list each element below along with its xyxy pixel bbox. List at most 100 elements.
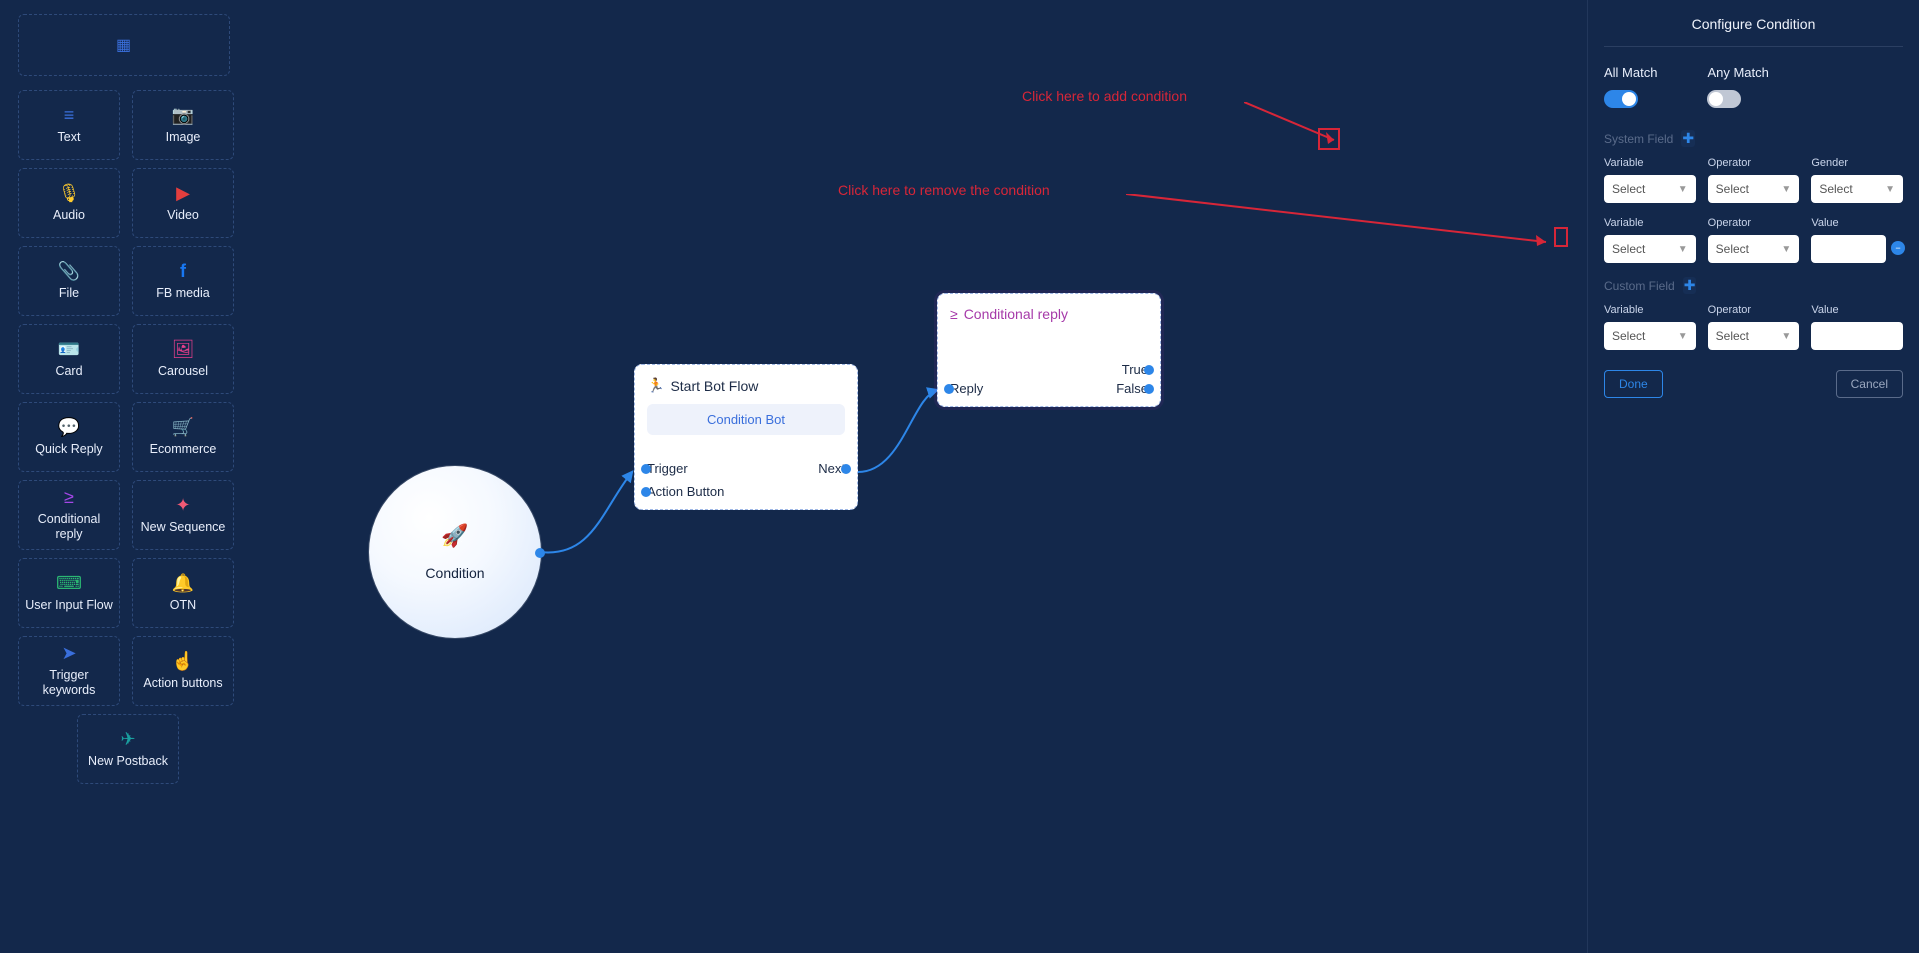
conditional-icon: ≥ — [950, 306, 958, 322]
cart-icon: 🛒 — [172, 418, 194, 436]
any-match-label: Any Match — [1707, 65, 1768, 80]
input-value-1[interactable] — [1811, 235, 1886, 263]
config-panel: Configure Condition All Match Any Match … — [1587, 0, 1919, 953]
port-in-reply[interactable] — [944, 384, 954, 394]
annotation-remove-arrow — [1126, 194, 1556, 249]
conditional-icon: ≥ — [64, 488, 74, 506]
node-conditional-reply[interactable]: ≥ Conditional reply True Reply False — [937, 293, 1161, 407]
tool-carousel[interactable]: 🖼Carousel — [132, 324, 234, 394]
select-operator-1[interactable]: Select▼ — [1708, 175, 1800, 203]
cond-node-title: Conditional reply — [964, 306, 1068, 322]
value-label-1: Value — [1811, 217, 1903, 229]
input-value-2[interactable] — [1811, 322, 1903, 350]
add-custom-field-button[interactable]: ✚ — [1683, 277, 1697, 294]
tool-file[interactable]: 📎File — [18, 246, 120, 316]
annotation-add-box — [1318, 128, 1340, 150]
chip-condition-bot: Condition Bot — [647, 404, 845, 435]
carousel-icon: 🖼 — [172, 340, 195, 358]
node-start-bot-flow[interactable]: 🏃 Start Bot Flow Condition Bot Trigger N… — [634, 364, 858, 510]
tool-actionbuttons[interactable]: ☝Action buttons — [132, 636, 234, 706]
text-icon: ≡ — [64, 106, 75, 124]
select-gender[interactable]: Select▼ — [1811, 175, 1903, 203]
start-node-title: Start Bot Flow — [670, 378, 758, 394]
remove-condition-button[interactable]: − — [1891, 241, 1905, 255]
select-operator-3[interactable]: Select▼ — [1708, 322, 1800, 350]
port-out-next[interactable] — [841, 464, 851, 474]
done-button[interactable]: Done — [1604, 370, 1663, 398]
tool-newsequence[interactable]: ✦New Sequence — [132, 480, 234, 550]
rocket-icon: 🚀 — [441, 523, 468, 549]
system-field-head: System Field ✚ — [1604, 130, 1903, 147]
select-operator-2[interactable]: Select▼ — [1708, 235, 1800, 263]
chevron-down-icon: ▼ — [1781, 184, 1791, 195]
tool-newpostback[interactable]: ✈New Postback — [77, 714, 179, 784]
port-in-action-button[interactable] — [641, 487, 651, 497]
config-title: Configure Condition — [1604, 0, 1903, 47]
chat-icon: 💬 — [58, 418, 80, 436]
send-icon: ➤ — [61, 644, 76, 662]
tool-ecommerce[interactable]: 🛒Ecommerce — [132, 402, 234, 472]
select-variable-3[interactable]: Select▼ — [1604, 322, 1696, 350]
run-icon: 🏃 — [647, 377, 664, 394]
sequence-icon: ✦ — [175, 496, 190, 514]
chevron-down-icon: ▼ — [1781, 331, 1791, 342]
flow-canvas[interactable]: 🚀 Condition 🏃 Start Bot Flow Condition B… — [252, 0, 1587, 953]
sidebar-palette: ▦ ≡Text 📷Image 🎙Audio ▶Video 📎File fFB m… — [18, 14, 238, 784]
input-icon: ⌨ — [56, 574, 82, 592]
palette-head[interactable]: ▦ — [18, 14, 230, 76]
select-variable-2[interactable]: Select▼ — [1604, 235, 1696, 263]
facebook-icon: f — [180, 262, 186, 280]
tool-fbmedia[interactable]: fFB media — [132, 246, 234, 316]
toggle-any-match[interactable] — [1707, 90, 1741, 108]
tool-otn[interactable]: 🔔OTN — [132, 558, 234, 628]
palette-tools: ≡Text 📷Image 🎙Audio ▶Video 📎File fFB med… — [18, 90, 238, 784]
port-label-reply: Reply — [950, 381, 983, 396]
gender-label: Gender — [1811, 157, 1903, 169]
custom-field-head: Custom Field ✚ — [1604, 277, 1903, 294]
all-match-label: All Match — [1604, 65, 1657, 80]
port-out-true[interactable] — [1144, 365, 1154, 375]
bell-icon: 🔔 — [172, 574, 194, 592]
operator-label-3: Operator — [1708, 304, 1800, 316]
operator-label-1: Operator — [1708, 157, 1800, 169]
apps-icon: ▦ — [116, 35, 132, 55]
image-icon: 📷 — [172, 106, 194, 124]
chevron-down-icon: ▼ — [1678, 184, 1688, 195]
chevron-down-icon: ▼ — [1781, 244, 1791, 255]
chevron-down-icon: ▼ — [1678, 331, 1688, 342]
port-in-trigger[interactable] — [641, 464, 651, 474]
port-out-start[interactable] — [535, 548, 545, 558]
chevron-down-icon: ▼ — [1885, 184, 1895, 195]
file-icon: 📎 — [58, 262, 80, 280]
tool-video[interactable]: ▶Video — [132, 168, 234, 238]
plane-icon: ✈ — [120, 730, 135, 748]
annotation-remove-box — [1554, 227, 1568, 247]
variable-label-3: Variable — [1604, 304, 1696, 316]
variable-label-1: Variable — [1604, 157, 1696, 169]
start-circle[interactable]: 🚀 Condition — [369, 466, 541, 638]
tool-userinputflow[interactable]: ⌨User Input Flow — [18, 558, 120, 628]
port-out-false[interactable] — [1144, 384, 1154, 394]
tool-text[interactable]: ≡Text — [18, 90, 120, 160]
toggle-all-match[interactable] — [1604, 90, 1638, 108]
audio-icon: 🎙 — [58, 184, 81, 202]
tool-image[interactable]: 📷Image — [132, 90, 234, 160]
system-field-label: System Field — [1604, 132, 1673, 146]
variable-label-2: Variable — [1604, 217, 1696, 229]
annotation-add-text: Click here to add condition — [1022, 88, 1187, 104]
select-variable-1[interactable]: Select▼ — [1604, 175, 1696, 203]
value-label-2: Value — [1811, 304, 1903, 316]
port-label-action-button: Action Button — [647, 484, 724, 499]
tool-conditionalreply[interactable]: ≥Conditional reply — [18, 480, 120, 550]
tool-card[interactable]: 🪪Card — [18, 324, 120, 394]
tool-audio[interactable]: 🎙Audio — [18, 168, 120, 238]
start-circle-label: Condition — [425, 565, 484, 581]
custom-field-label: Custom Field — [1604, 279, 1675, 293]
port-label-trigger: Trigger — [647, 461, 688, 476]
add-system-field-button[interactable]: ✚ — [1681, 130, 1695, 147]
cancel-button[interactable]: Cancel — [1836, 370, 1903, 398]
annotation-remove-text: Click here to remove the condition — [838, 182, 1050, 198]
tool-quickreply[interactable]: 💬Quick Reply — [18, 402, 120, 472]
video-icon: ▶ — [176, 184, 190, 202]
tool-triggerkeywords[interactable]: ➤Trigger keywords — [18, 636, 120, 706]
